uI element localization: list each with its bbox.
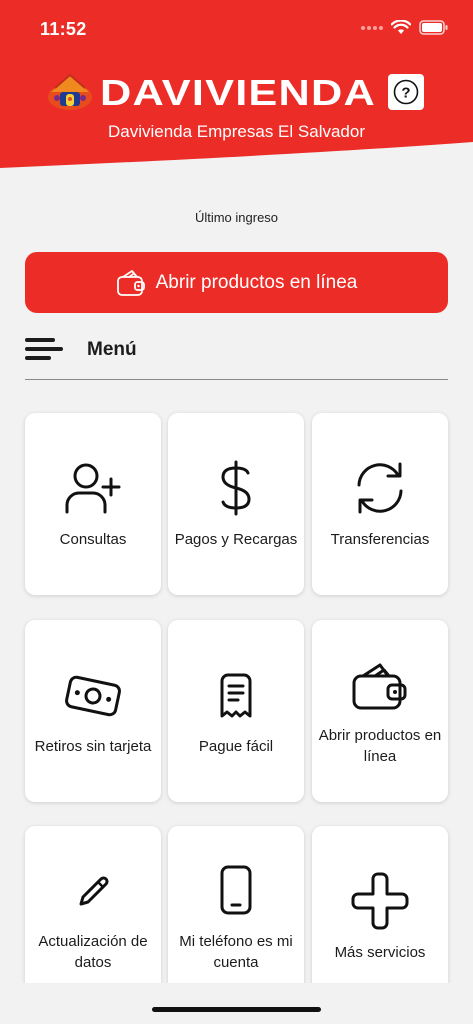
refresh-icon xyxy=(357,462,403,514)
tile-pagos-recargas[interactable]: Pagos y Recargas xyxy=(168,413,304,595)
tile-label: Más servicios xyxy=(334,944,426,961)
tile-transferencias[interactable]: Transferencias xyxy=(312,413,448,595)
tile-label: Retiros sin tarjeta xyxy=(34,738,152,755)
tile-label: Abrir productos en línea xyxy=(318,727,442,765)
tile-pague-facil[interactable]: Pague fácil xyxy=(168,620,304,802)
help-label: ? xyxy=(401,85,410,102)
help-button[interactable]: ? xyxy=(388,74,424,110)
menu-title: Menú xyxy=(87,339,137,360)
plus-icon xyxy=(351,872,409,930)
brand-row: DAVIVIENDA ? xyxy=(0,68,473,118)
tile-abrir-productos[interactable]: Abrir productos en línea xyxy=(312,620,448,802)
app-subtitle: Davivienda Empresas El Salvador xyxy=(107,122,365,141)
brand-wordmark: DAVIVIENDA xyxy=(100,74,376,110)
home-indicator[interactable] xyxy=(152,1007,321,1012)
tile-label: Consultas xyxy=(59,531,127,548)
status-time: 11:52 xyxy=(40,19,87,39)
tile-retiros-sin-tarjeta[interactable]: Retiros sin tarjeta xyxy=(25,620,161,802)
bottom-safe-area xyxy=(0,983,473,1024)
davivienda-house-logo-icon xyxy=(48,73,92,110)
menu-divider xyxy=(25,379,448,380)
hamburger-icon[interactable] xyxy=(25,338,63,364)
tile-mi-telefono[interactable]: Mi teléfono es mi cuenta xyxy=(168,826,304,1008)
cash-icon xyxy=(65,675,121,717)
wallet-icon xyxy=(116,269,145,296)
tile-actualizacion-datos[interactable]: Actualización de datos xyxy=(25,826,161,1008)
battery-icon xyxy=(419,20,448,35)
pencil-icon xyxy=(79,876,109,906)
signal-icon xyxy=(361,25,383,30)
header: 11:52 DAVIVIENDA ? Davivienda Empresas E… xyxy=(0,0,473,175)
status-icons xyxy=(361,20,449,35)
status-bar: 11:52 xyxy=(0,0,473,58)
wallet-icon xyxy=(352,663,407,710)
menu-header: Menú xyxy=(25,330,448,370)
dollar-icon xyxy=(221,460,251,516)
receipt-icon xyxy=(220,673,252,718)
open-products-label: Abrir productos en línea xyxy=(155,271,358,293)
open-products-button[interactable]: Abrir productos en línea xyxy=(25,252,448,313)
brand-name: DAVIVIENDA xyxy=(100,74,376,110)
help-icon: ? xyxy=(393,79,419,105)
wifi-icon xyxy=(391,20,411,34)
tile-label: Transferencias xyxy=(330,531,430,548)
tile-label: Actualización de datos xyxy=(38,933,148,971)
tile-label: Pagos y Recargas xyxy=(174,531,298,548)
tile-label: Pague fácil xyxy=(198,738,274,755)
tile-mas-servicios[interactable]: Más servicios xyxy=(312,826,448,1008)
tile-consultas[interactable]: Consultas xyxy=(25,413,161,595)
user-plus-icon xyxy=(65,463,121,514)
tile-label: Mi teléfono es mi cuenta xyxy=(179,933,293,971)
last-login-text: Último ingreso xyxy=(194,210,279,225)
phone-icon xyxy=(220,865,252,915)
